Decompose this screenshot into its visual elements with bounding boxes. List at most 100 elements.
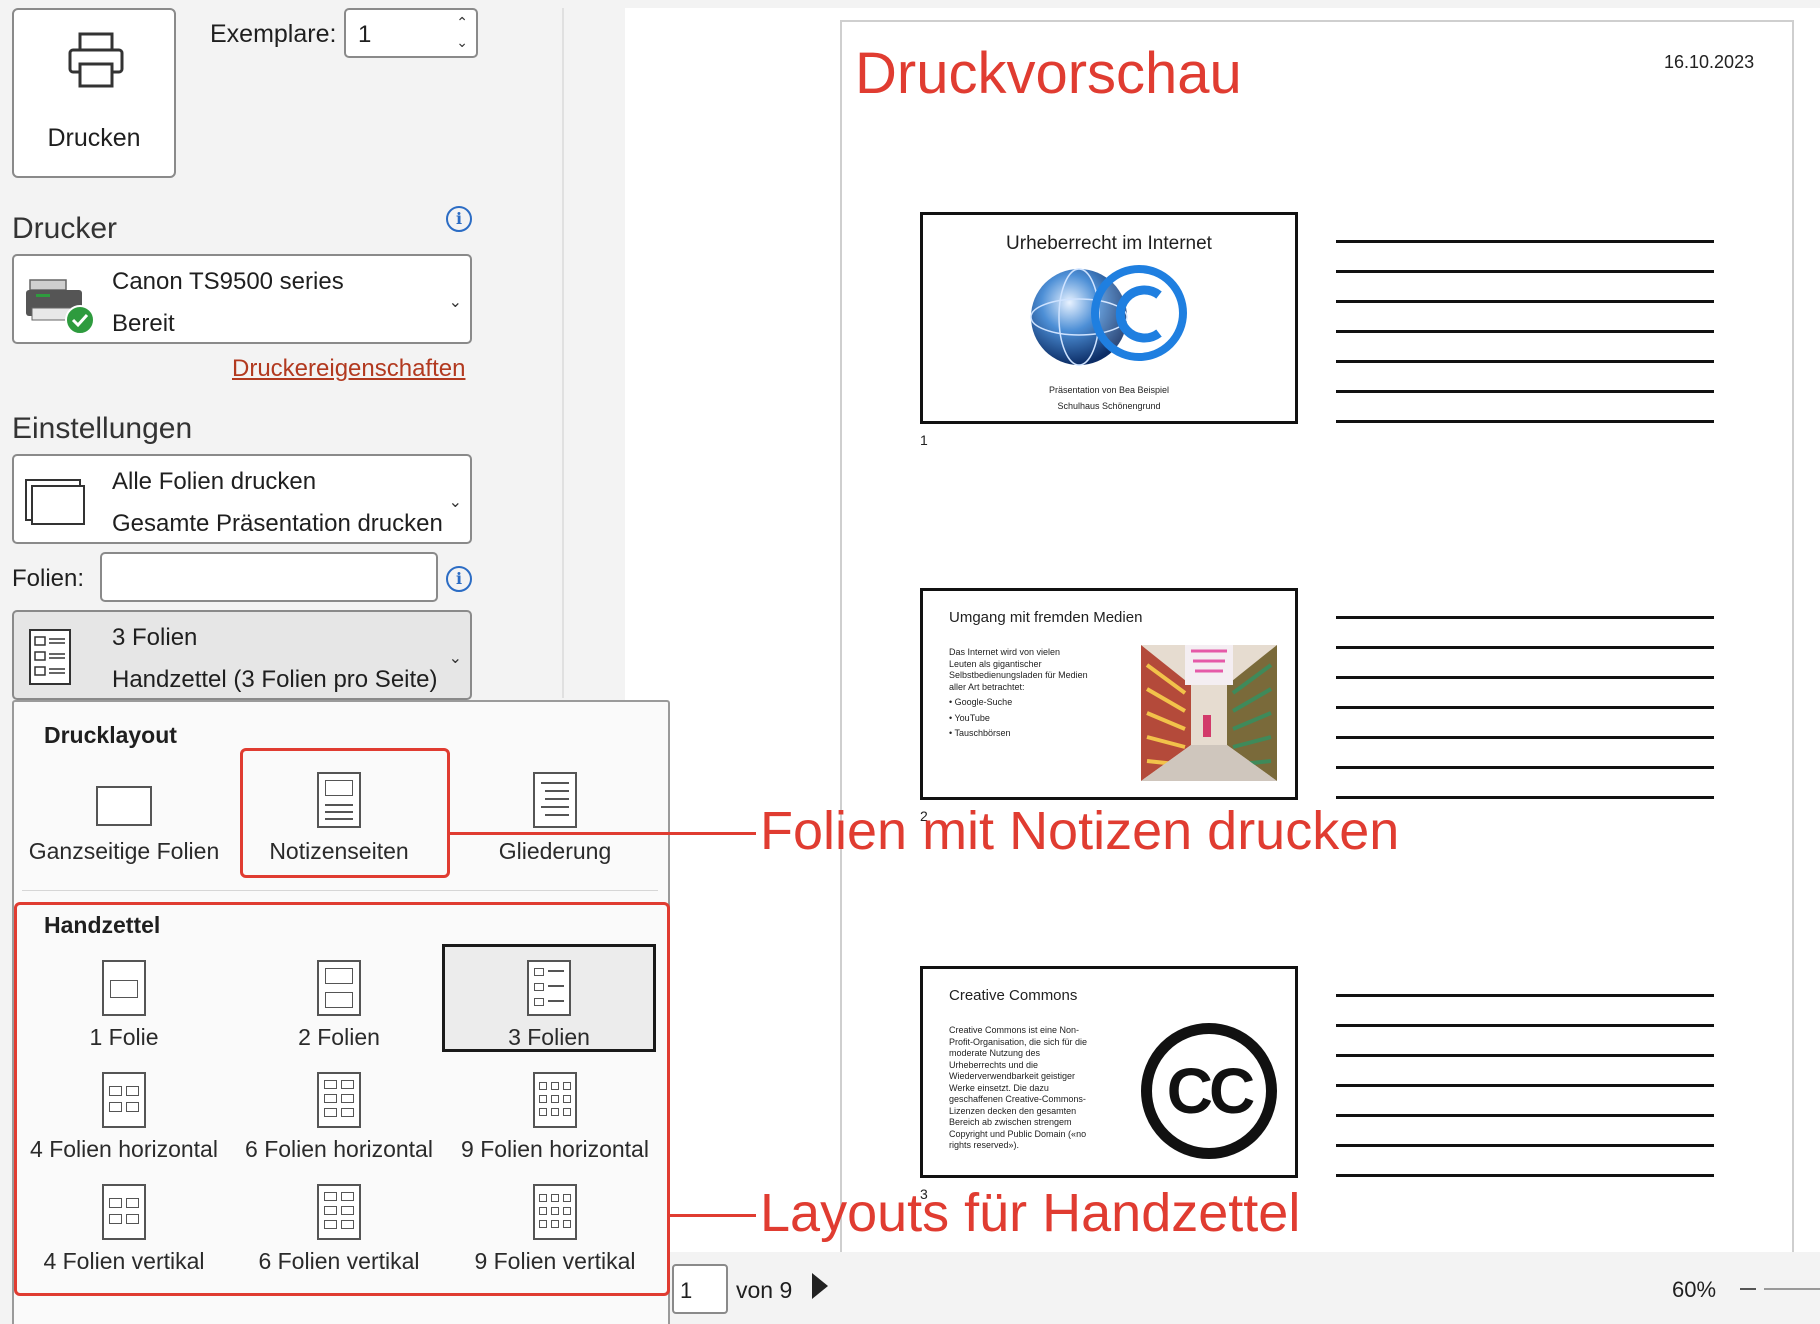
slide-3-body-line: Profit-Organisation, die sich für die [949, 1036, 1088, 1047]
note-line [1336, 240, 1714, 243]
note-line [1336, 736, 1714, 739]
page-number-input[interactable]: 1 [672, 1264, 728, 1314]
copies-label: Exemplare: [210, 20, 337, 48]
note-line [1336, 676, 1714, 679]
handouts-highlight [14, 902, 670, 1296]
note-line [1336, 994, 1714, 997]
note-line [1336, 360, 1714, 363]
print-range-line2: Gesamte Präsentation drucken [112, 510, 443, 537]
slide-3-body-line: moderate Nutzung des [949, 1048, 1041, 1058]
printer-name: Canon TS9500 series [112, 268, 344, 295]
copies-value: 1 [358, 21, 372, 48]
slide-3-body-line: rights reserved»). [949, 1140, 1020, 1150]
slides-label: Folien: [12, 565, 85, 592]
layout-line1: 3 Folien [112, 624, 198, 651]
slide-3-body-line: Lizenzen decken den gesamten [949, 1105, 1077, 1116]
page-count: von 9 [736, 1277, 793, 1303]
layout-dropdown[interactable]: 3 Folien Handzettel (3 Folien pro Seite)… [12, 610, 472, 700]
handouts-annotation: Layouts für Handzettel [760, 1183, 1301, 1243]
chevron-down-icon: ⌄ [448, 294, 462, 311]
slide-3-body-line: Wiederverwendbarkeit geistiger [949, 1071, 1076, 1081]
slide-2-body-line: aller Art betrachtet: [949, 681, 1025, 692]
slide-thumbnail-2: Umgang mit fremden Medien Das Internet w… [920, 588, 1298, 800]
zoom-slider[interactable] [1764, 1288, 1820, 1290]
layout-option-label: Ganzseitige Folien [28, 838, 220, 864]
slide-thumbnail-1: Urheberrecht im Internet Präsentation vo… [920, 212, 1298, 424]
slide-3-body-line: Bereich ab zwischen strengem [949, 1117, 1072, 1127]
printer-section-title: Drucker [12, 212, 118, 245]
panel-divider [562, 8, 564, 698]
slides-info-icon[interactable]: i [446, 566, 472, 592]
notes-annotation: Folien mit Notizen drucken [760, 801, 1400, 861]
spin-up-icon[interactable]: ⌃ [456, 14, 468, 31]
printer-properties-link[interactable]: Druckereigenschaften [232, 355, 465, 383]
globe-copyright-icon [1030, 265, 1187, 366]
note-line [1336, 1024, 1714, 1027]
note-line [1336, 390, 1714, 393]
note-line [1336, 330, 1714, 333]
preview-title: Druckvorschau [855, 41, 1242, 106]
slide-2-body: Das Internet wird von vielen Leuten als … [949, 647, 1119, 740]
note-line [1336, 616, 1714, 619]
slide-3-body-line: Creative Commons ist eine Non- [949, 1025, 1080, 1035]
outline-icon [533, 772, 577, 828]
print-button-label: Drucken [47, 124, 141, 152]
slide-2-bullet: Tauschbörsen [954, 728, 1011, 738]
note-line [1336, 270, 1714, 273]
slide-2-body-line: Leuten als gigantischer [949, 658, 1042, 669]
layout-option-full-page[interactable]: Ganzseitige Folien [19, 772, 229, 864]
note-line [1336, 420, 1714, 423]
slides-stack-icon [25, 479, 85, 525]
printer-ready-icon [26, 279, 94, 335]
notes-annotation-line [450, 832, 756, 835]
printer-info-icon[interactable]: i [446, 206, 472, 232]
note-line [1336, 706, 1714, 709]
slide-3-body-line: Werke einsetzt. Die dazu [949, 1082, 1049, 1093]
print-range-dropdown[interactable]: Alle Folien drucken Gesamte Präsentation… [12, 454, 472, 544]
slide-2-bullet: YouTube [954, 712, 990, 723]
page-number-value: 1 [680, 1278, 693, 1303]
next-page-icon[interactable] [812, 1273, 828, 1299]
zoom-out-icon[interactable] [1740, 1288, 1756, 1290]
note-line [1336, 1054, 1714, 1057]
handouts-annotation-line [670, 1214, 756, 1217]
note-line [1336, 796, 1714, 799]
slide-thumbnail-3: Creative Commons Creative Commons ist ei… [920, 966, 1298, 1178]
slide-1-sub2: Schulhaus Schönengrund [1057, 401, 1161, 411]
creative-commons-logo-text: CC [1166, 1055, 1255, 1127]
print-button[interactable]: Drucken [12, 8, 176, 178]
flyout-divider [22, 890, 658, 891]
layout-option-outline[interactable]: Gliederung [450, 772, 660, 864]
zoom-level[interactable]: 60% [1672, 1277, 1716, 1303]
preview-navigation-bar [625, 1252, 1820, 1324]
slide-2-body-line: Das Internet wird von vielen [949, 647, 1061, 657]
spin-down-icon[interactable]: ⌄ [456, 34, 468, 51]
note-line [1336, 646, 1714, 649]
preview-date: 16.10.2023 [1664, 52, 1755, 72]
handout-3-slides-icon [29, 629, 71, 685]
layout-line2: Handzettel (3 Folien pro Seite) [112, 666, 438, 693]
layout-option-label: Gliederung [498, 838, 612, 864]
printer-dropdown[interactable]: Canon TS9500 series Bereit ⌄ [12, 254, 472, 344]
print-range-line1: Alle Folien drucken [112, 468, 317, 495]
copies-input[interactable]: 1 ⌃ ⌄ [344, 8, 478, 58]
print-layout-heading: Drucklayout [44, 722, 177, 748]
slide-3-title: Creative Commons [949, 987, 1078, 1004]
note-line [1336, 1114, 1714, 1117]
slide-2-bullet: Google-Suche [954, 697, 1013, 707]
slide-2-body-line: Selbstbedienungsladen für Medien [949, 670, 1088, 680]
settings-section-title: Einstellungen [12, 412, 193, 445]
note-line [1336, 1174, 1714, 1177]
printer-status: Bereit [112, 310, 175, 337]
full-page-slide-icon [96, 786, 152, 826]
slide-1-sub1: Präsentation von Bea Beispiel [1048, 385, 1170, 395]
slide-number-1: 1 [920, 432, 928, 448]
creative-commons-logo: CC [1141, 1023, 1277, 1159]
notes-pages-highlight [240, 748, 450, 878]
note-line [1336, 300, 1714, 303]
printer-icon [68, 32, 124, 88]
note-line [1336, 1144, 1714, 1147]
slides-input[interactable] [100, 552, 438, 602]
slide-2-title: Umgang mit fremden Medien [949, 609, 1143, 626]
slide-3-body-line: Urheberrechts und die [949, 1059, 1039, 1070]
